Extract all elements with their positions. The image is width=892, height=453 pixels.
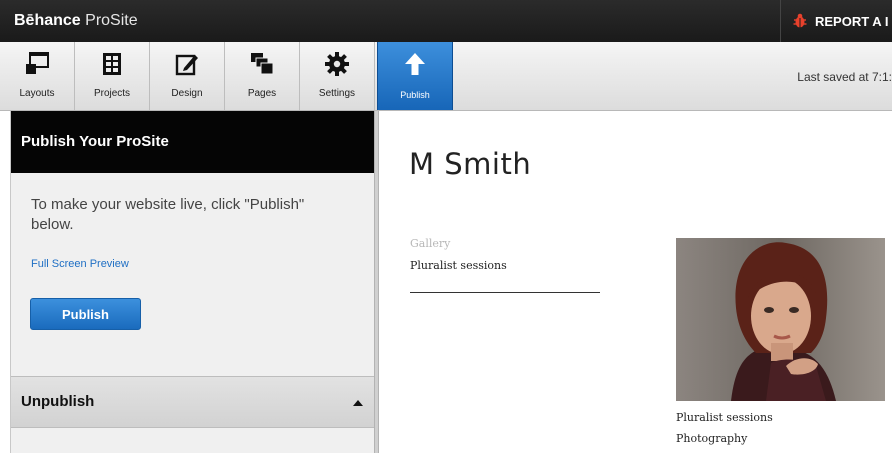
site-preview: M Smith Gallery Pluralist sessions Plura… bbox=[379, 111, 892, 453]
design-icon bbox=[175, 54, 198, 76]
last-saved-status: Last saved at 7:1: bbox=[797, 70, 892, 84]
portrait-photo bbox=[676, 238, 885, 401]
tool-layouts[interactable]: Layouts bbox=[0, 42, 75, 110]
tool-label: Settings bbox=[318, 88, 356, 99]
top-bar: Bēhance ProSite REPORT A I bbox=[0, 0, 892, 43]
divider bbox=[410, 292, 600, 293]
pages-icon bbox=[251, 53, 274, 75]
behance-logo[interactable]: Bēhance ProSite bbox=[14, 12, 138, 30]
brand-light: ProSite bbox=[85, 12, 138, 29]
tool-design[interactable]: Design bbox=[150, 42, 225, 110]
project-thumbnail[interactable] bbox=[676, 238, 885, 401]
layouts-icon bbox=[26, 52, 49, 74]
caret-up-icon bbox=[353, 400, 363, 406]
bug-icon bbox=[793, 13, 807, 28]
arrow-up-icon bbox=[405, 53, 425, 75]
project-title[interactable]: Pluralist sessions bbox=[676, 411, 773, 424]
gallery-nav-item[interactable]: Pluralist sessions bbox=[410, 259, 507, 272]
panel-title: Publish Your ProSite bbox=[21, 133, 169, 150]
panel-header: Publish Your ProSite bbox=[11, 111, 375, 173]
unpublish-section-header[interactable]: Unpublish bbox=[11, 376, 375, 428]
tool-label: Layouts bbox=[19, 88, 55, 99]
report-label: REPORT A I bbox=[815, 13, 889, 29]
projects-icon bbox=[103, 53, 121, 75]
gallery-label: Gallery bbox=[410, 237, 451, 250]
brand-bold: Bēhance bbox=[14, 12, 81, 29]
report-issue-button[interactable]: REPORT A I bbox=[780, 0, 892, 42]
tool-settings[interactable]: Settings bbox=[300, 42, 375, 110]
publish-instructions: To make your website live, click "Publis… bbox=[31, 196, 305, 233]
project-category: Photography bbox=[676, 432, 748, 445]
tool-label: Pages bbox=[247, 88, 277, 99]
site-title: M Smith bbox=[409, 147, 532, 181]
toolbar: Layouts Projects Design Pages Settings P… bbox=[0, 42, 892, 111]
tool-label: Publish bbox=[400, 90, 430, 100]
publish-panel: Publish Your ProSite To make your websit… bbox=[10, 111, 375, 453]
full-screen-preview-link[interactable]: Full Screen Preview bbox=[31, 258, 129, 270]
tool-projects[interactable]: Projects bbox=[75, 42, 150, 110]
tool-label: Design bbox=[171, 88, 203, 99]
tool-label: Projects bbox=[93, 88, 131, 99]
tool-pages[interactable]: Pages bbox=[225, 42, 300, 110]
unpublish-title: Unpublish bbox=[21, 393, 95, 410]
publish-button[interactable]: Publish bbox=[30, 298, 141, 330]
gear-icon bbox=[325, 52, 349, 76]
tool-publish[interactable]: Publish bbox=[377, 42, 453, 110]
